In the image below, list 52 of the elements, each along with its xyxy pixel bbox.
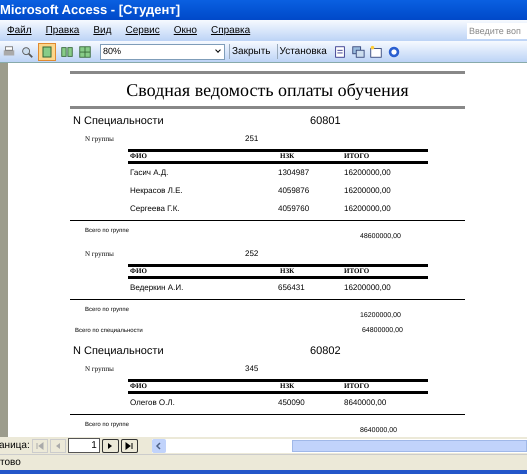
student-total: 16200000,00 xyxy=(344,203,391,215)
first-page-icon xyxy=(36,442,44,450)
menu-item[interactable]: Вид xyxy=(93,23,112,38)
zoom-dropdown[interactable]: 80% xyxy=(100,44,225,60)
group-number: 251 xyxy=(245,133,258,145)
student-total: 16200000,00 xyxy=(344,282,391,294)
window-title: Microsoft Access - [Студент] xyxy=(0,1,180,20)
toolbar-button[interactable]: Установка xyxy=(276,44,329,59)
student-name: Некрасов Л.Е. xyxy=(129,185,184,197)
windows-icon[interactable] xyxy=(350,44,365,58)
menu-item[interactable]: Файл xyxy=(7,23,32,38)
last-page-icon xyxy=(125,442,134,450)
scroll-left-icon[interactable] xyxy=(152,438,166,452)
student-total: 16200000,00 xyxy=(344,167,391,179)
previous-page-icon xyxy=(54,442,62,450)
student-total: 16200000,00 xyxy=(344,185,391,197)
group-number: 252 xyxy=(245,248,258,260)
group-number: 345 xyxy=(245,363,258,375)
next-page-icon xyxy=(106,442,114,450)
specialty-number: 60802 xyxy=(310,344,341,358)
two-pages-icon[interactable] xyxy=(60,44,74,58)
toolbar-button[interactable]: Закрыть xyxy=(229,44,273,59)
status-text: тово xyxy=(0,456,21,470)
menu-item[interactable]: Правка xyxy=(46,23,80,38)
print-icon[interactable] xyxy=(2,44,16,58)
search-icon[interactable] xyxy=(20,44,34,58)
menu-item[interactable]: Окно xyxy=(174,23,197,38)
specialty-label: N Специальности xyxy=(73,344,165,358)
specialty-label: N Специальности xyxy=(73,114,165,128)
student-code: 4059876 xyxy=(278,185,310,197)
new-object-icon[interactable] xyxy=(368,44,383,58)
student-code: 656431 xyxy=(278,282,306,294)
student-code: 4059760 xyxy=(278,203,310,215)
next-page-button[interactable] xyxy=(102,438,119,452)
specialty-number: 60801 xyxy=(310,114,341,128)
last-page-button[interactable] xyxy=(120,438,138,452)
menu-item[interactable]: Справка xyxy=(210,23,250,38)
student-name: Гасич А.Д. xyxy=(129,167,170,179)
menu-item[interactable]: Сервис xyxy=(125,23,160,38)
report-title: Сводная ведомость оплаты обучения xyxy=(125,78,410,102)
single-page-icon[interactable] xyxy=(38,42,56,60)
horizontal-scrollbar[interactable] xyxy=(152,438,527,452)
help-search-field[interactable]: Введите воп xyxy=(467,22,527,38)
student-name: Сергеева Г.К. xyxy=(129,203,181,215)
student-name: Олегов О.Л. xyxy=(129,397,176,409)
multiple-pages-icon[interactable] xyxy=(78,44,92,58)
student-name: Ведеркин А.И. xyxy=(129,282,184,294)
student-code: 450090 xyxy=(278,397,306,409)
student-total: 8640000,00 xyxy=(344,397,386,409)
document-icon[interactable] xyxy=(332,44,347,58)
student-code: 1304987 xyxy=(278,167,310,179)
page-number-field[interactable]: 1 xyxy=(68,438,100,453)
